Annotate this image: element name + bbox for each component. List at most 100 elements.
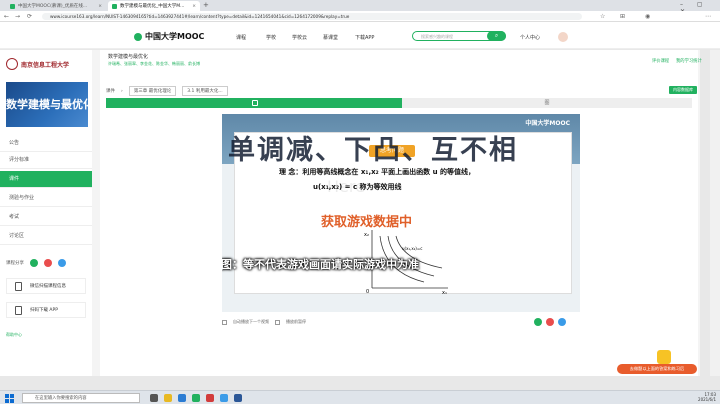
help-center-link[interactable]: 帮助中心: [6, 332, 22, 338]
document-tab[interactable]: 图: [402, 98, 692, 108]
favorites-icon[interactable]: ☆: [600, 13, 605, 20]
app-icon[interactable]: [220, 394, 228, 402]
lesson-select[interactable]: 3.1 利用最大化...: [182, 86, 228, 96]
nav-courses[interactable]: 课程: [236, 34, 246, 41]
task-view-icon[interactable]: [150, 394, 158, 402]
sidebar-item-exam[interactable]: 考试: [0, 209, 92, 226]
content-db-button[interactable]: 内容数据库: [669, 86, 697, 94]
player-options: 自动播放下一个视频 播放前暂停: [222, 317, 580, 327]
auto-next-checkbox[interactable]: [222, 319, 227, 325]
card-label: 扫码下载 APP: [30, 308, 58, 313]
system-clock[interactable]: 17:03 2021/6/1: [698, 392, 716, 402]
file-explorer-icon[interactable]: [164, 394, 172, 402]
school-name: 南京信息工程大学: [21, 61, 70, 69]
study-stats-link[interactable]: 我的学习统计: [676, 58, 702, 64]
reload-icon[interactable]: ⟳: [27, 13, 32, 20]
sidebar-item-announcements[interactable]: 公告: [0, 135, 92, 152]
main-content: 数学建模与最优化 许瑞希、张丽翠、李金花、陈金华、韩丽丽、俞长博 课件 › 第三…: [100, 50, 698, 376]
back-icon[interactable]: ←: [4, 13, 9, 20]
breadcrumb-root[interactable]: 课件: [106, 88, 115, 94]
video-brand: 中国大学MOOC: [525, 120, 570, 127]
overlay-subtitle: 单调减、下凸、互不相: [228, 135, 518, 166]
weibo-share-icon[interactable]: [546, 318, 554, 326]
clock-date: 2021/6/1: [698, 397, 716, 402]
share-label: 课程分享: [6, 261, 24, 266]
scrollbar[interactable]: [710, 50, 720, 376]
tab-title: 数学建模与最优化_中国大学M...: [120, 4, 185, 9]
taskbar-search-input[interactable]: 在这里输入你要搜索的内容: [22, 393, 140, 403]
axis-label-y: x₂: [364, 232, 369, 238]
slide-text-line1: 理 念：利用等高线概念在 x₁,x₂ 平面上画出函数 u 的等值线，: [279, 168, 475, 176]
sidebar-item-forum[interactable]: 讨论区: [0, 228, 92, 245]
site-icon: [10, 3, 15, 9]
video-tab-icon: [252, 100, 258, 106]
share-row: 课程分享: [6, 259, 66, 267]
sidebar-item-courseware[interactable]: 课件: [0, 171, 92, 188]
qrcode-icon: [15, 281, 22, 291]
close-icon[interactable]: ×: [192, 4, 196, 9]
card-label: 微信扫描课程信息: [30, 284, 66, 289]
qq-icon[interactable]: [58, 259, 66, 267]
search-box[interactable]: 搜索感兴趣的课程 ⌕: [412, 31, 506, 41]
page-body: 南京信息工程大学 数学建模与最优化 公告 评分标准 课件 测验与作业 考试 讨论…: [0, 50, 700, 376]
nav-download-app[interactable]: 下载APP: [355, 34, 374, 41]
pause-checkbox[interactable]: [275, 319, 280, 325]
search-icon[interactable]: ⌕: [487, 31, 506, 41]
teacher-list[interactable]: 许瑞希、张丽翠、李金花、陈金华、韩丽丽、俞长博: [108, 61, 200, 67]
wechat-icon[interactable]: [30, 259, 38, 267]
chevron-right-icon: ›: [121, 88, 123, 94]
sidebar-item-quizzes[interactable]: 测验与作业: [0, 190, 92, 207]
pause-label: 播放前暂停: [286, 319, 306, 324]
phone-icon: [15, 305, 22, 315]
tab-mooc-home[interactable]: 中国大学MOOC(慕课)_优质在线... ×: [6, 1, 106, 11]
app-icon[interactable]: [206, 394, 214, 402]
qq-share-icon[interactable]: [558, 318, 566, 326]
wechat-scan-card[interactable]: 微信扫描课程信息: [6, 278, 86, 294]
floating-promo-bar[interactable]: 去做题以上面的答案和练习后: [617, 364, 697, 374]
video-tab[interactable]: [106, 98, 402, 108]
avatar[interactable]: [558, 32, 568, 42]
course-banner: 数学建模与最优化: [6, 82, 88, 127]
address-input[interactable]: www.icourse163.org/learn/NUIST-146309416…: [42, 13, 582, 20]
course-title: 数学建模与最优化: [108, 54, 149, 60]
profile-icon[interactable]: ◉: [645, 13, 650, 20]
address-row: ← → ⟳ www.icourse163.org/learn/NUIST-146…: [0, 11, 720, 22]
edge-icon[interactable]: [178, 394, 186, 402]
nav-mooc-class[interactable]: 慕课堂: [323, 34, 338, 41]
weibo-icon[interactable]: [44, 259, 52, 267]
rate-course-link[interactable]: 评价课程: [652, 58, 669, 64]
wechat-app-icon[interactable]: [192, 394, 200, 402]
site-header: 中国大学MOOC 课程 学校 学校云 慕课堂 下载APP 搜索感兴趣的课程 ⌕ …: [0, 22, 720, 49]
nav-school-cloud[interactable]: 学校云: [292, 34, 307, 41]
more-icon[interactable]: ⋯: [705, 13, 711, 20]
video-player[interactable]: 中国大学MOOC 思考问题 Here 理 念：利用等高线概念在 x₁,x₂ 平面…: [222, 114, 580, 312]
sidebar-item-grading[interactable]: 评分标准: [0, 152, 92, 169]
slide-text-line2: u(x₁,x₂) = c 称为等效用线: [313, 183, 402, 191]
school-logo[interactable]: 南京信息工程大学: [6, 54, 88, 74]
tab-course[interactable]: 数学建模与最优化_中国大学M... ×: [108, 1, 200, 11]
game-overlay-text: 此类示图：等不代表游戏画面请实际游戏中为准: [222, 258, 419, 271]
school-seal-icon: [6, 58, 18, 70]
search-input[interactable]: 搜索感兴趣的课程: [421, 34, 453, 40]
download-app-card[interactable]: 扫码下载 APP: [6, 302, 86, 318]
chapter-select[interactable]: 第三章 最优化理论: [128, 86, 177, 96]
origin-label: 0: [366, 289, 369, 294]
forward-icon[interactable]: →: [15, 13, 20, 20]
word-icon[interactable]: [234, 394, 242, 402]
auto-next-label: 自动播放下一个视频: [233, 319, 269, 324]
mascot-icon[interactable]: [657, 350, 671, 364]
site-icon: [112, 3, 117, 9]
windows-taskbar: 在这里输入你要搜索的内容 17:03 2021/6/1: [0, 390, 720, 404]
mooc-logo-icon: [134, 32, 142, 41]
browser-tab-bar: 中国大学MOOC(慕课)_优质在线... × 数学建模与最优化_中国大学M...…: [0, 0, 720, 15]
close-icon[interactable]: ×: [98, 4, 102, 9]
logo-text: 中国大学MOOC: [145, 32, 205, 41]
wechat-share-icon[interactable]: [534, 318, 542, 326]
nav-schools[interactable]: 学校: [266, 34, 276, 41]
collections-icon[interactable]: ⊞: [620, 13, 625, 20]
user-center-link[interactable]: 个人中心: [520, 34, 540, 41]
left-sidebar: 南京信息工程大学 数学建模与最优化 公告 评分标准 课件 测验与作业 考试 讨论…: [0, 50, 92, 376]
mooc-logo[interactable]: 中国大学MOOC: [134, 31, 204, 42]
new-tab-button[interactable]: +: [203, 1, 209, 9]
windows-start-icon[interactable]: [5, 394, 14, 403]
